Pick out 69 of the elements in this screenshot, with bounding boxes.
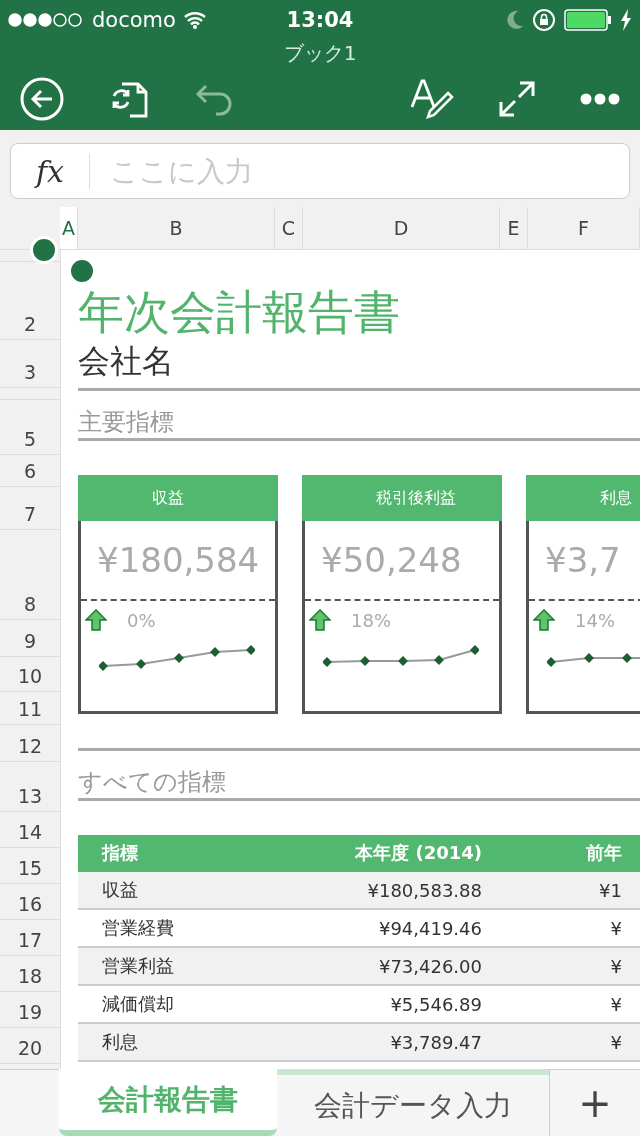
undo-button[interactable] (194, 82, 234, 116)
row-header[interactable]: 17 (0, 920, 60, 956)
more-button[interactable] (580, 93, 620, 105)
row-header[interactable]: 6 (0, 455, 60, 487)
table-cell-text: ¥ (609, 993, 623, 1015)
section-heading: すべての指標 (78, 767, 640, 801)
card-value: ¥50,248 (305, 521, 499, 601)
card-header: 税引後利益 (302, 475, 502, 521)
row-header[interactable]: 7 (0, 487, 60, 530)
signal-icon (8, 13, 84, 27)
card-header: 収益 (78, 475, 278, 521)
table-cell-text: ¥1 (598, 879, 623, 901)
table-cell-text: ¥ (609, 1031, 623, 1053)
card-header: 利息 (526, 475, 640, 521)
table-cell-text: ¥73,426.00 (377, 955, 483, 977)
text-edit-button[interactable] (410, 79, 454, 119)
table-cell-text: ¥3,789.47 (389, 1031, 483, 1053)
column-header[interactable]: A (60, 207, 78, 249)
row-header[interactable]: 11 (0, 692, 60, 725)
row-header[interactable]: 8 (0, 530, 60, 620)
row-header[interactable]: 13 (0, 762, 60, 812)
battery-icon (564, 9, 612, 31)
rotation-lock-icon (532, 8, 556, 32)
sheet-tab[interactable]: 会計データ入力 (277, 1069, 549, 1136)
row-header[interactable]: 19 (0, 992, 60, 1028)
row-header[interactable]: 9 (0, 620, 60, 657)
function-label: fx (11, 153, 90, 189)
table-cell-text: 減価償却 (101, 992, 175, 1016)
report-title: 年次会計報告書 (78, 284, 401, 340)
table-header: 指標 (100, 840, 139, 865)
back-button[interactable] (20, 77, 64, 121)
table-header: 前年 (585, 840, 623, 865)
row-header[interactable]: 5 (0, 400, 60, 455)
change-percent: 0% (127, 609, 156, 631)
window-title: ブック1 (282, 40, 358, 67)
card-value: ¥180,584 (81, 521, 275, 601)
wifi-icon (183, 11, 206, 29)
row-header[interactable]: 10 (0, 657, 60, 692)
row-header[interactable]: 3 (0, 340, 60, 388)
table-cell-text: 利息 (101, 1030, 139, 1054)
clock-time: 13:04 (285, 8, 355, 32)
company-name: 会社名 (78, 340, 640, 391)
row-header[interactable]: 20 (0, 1028, 60, 1064)
fullscreen-button[interactable] (498, 80, 536, 118)
row-header[interactable]: 14 (0, 812, 60, 848)
table-cell-text: ¥ (609, 955, 623, 977)
table-cell-text: ¥5,546.89 (389, 993, 483, 1015)
moon-icon (506, 10, 524, 30)
add-sheet-button[interactable]: + (549, 1070, 640, 1136)
row-header[interactable]: 15 (0, 848, 60, 884)
row-header[interactable]: 16 (0, 884, 60, 920)
up-arrow-icon (533, 609, 555, 631)
row-header[interactable]: 12 (0, 725, 60, 762)
charging-icon (620, 9, 632, 31)
table-header: 本年度 (2014) (354, 840, 483, 865)
change-percent: 14% (575, 609, 615, 631)
table-cell-text: 収益 (101, 878, 139, 902)
change-percent: 18% (351, 609, 391, 631)
table-cell-text: ¥ (609, 917, 623, 939)
up-arrow-icon (85, 609, 107, 631)
table-cell-text: ¥180,583.88 (366, 879, 483, 901)
table-cell-text: 営業利益 (101, 954, 175, 978)
up-arrow-icon (309, 609, 331, 631)
carrier-name: docomo (92, 8, 176, 32)
table-cell-text: 営業経費 (101, 916, 175, 940)
row-header[interactable]: 18 (0, 956, 60, 992)
section-heading: 主要指標 (78, 407, 640, 441)
card-value: ¥3,7 (529, 521, 640, 601)
table-cell-text: ¥94,419.46 (377, 917, 483, 939)
